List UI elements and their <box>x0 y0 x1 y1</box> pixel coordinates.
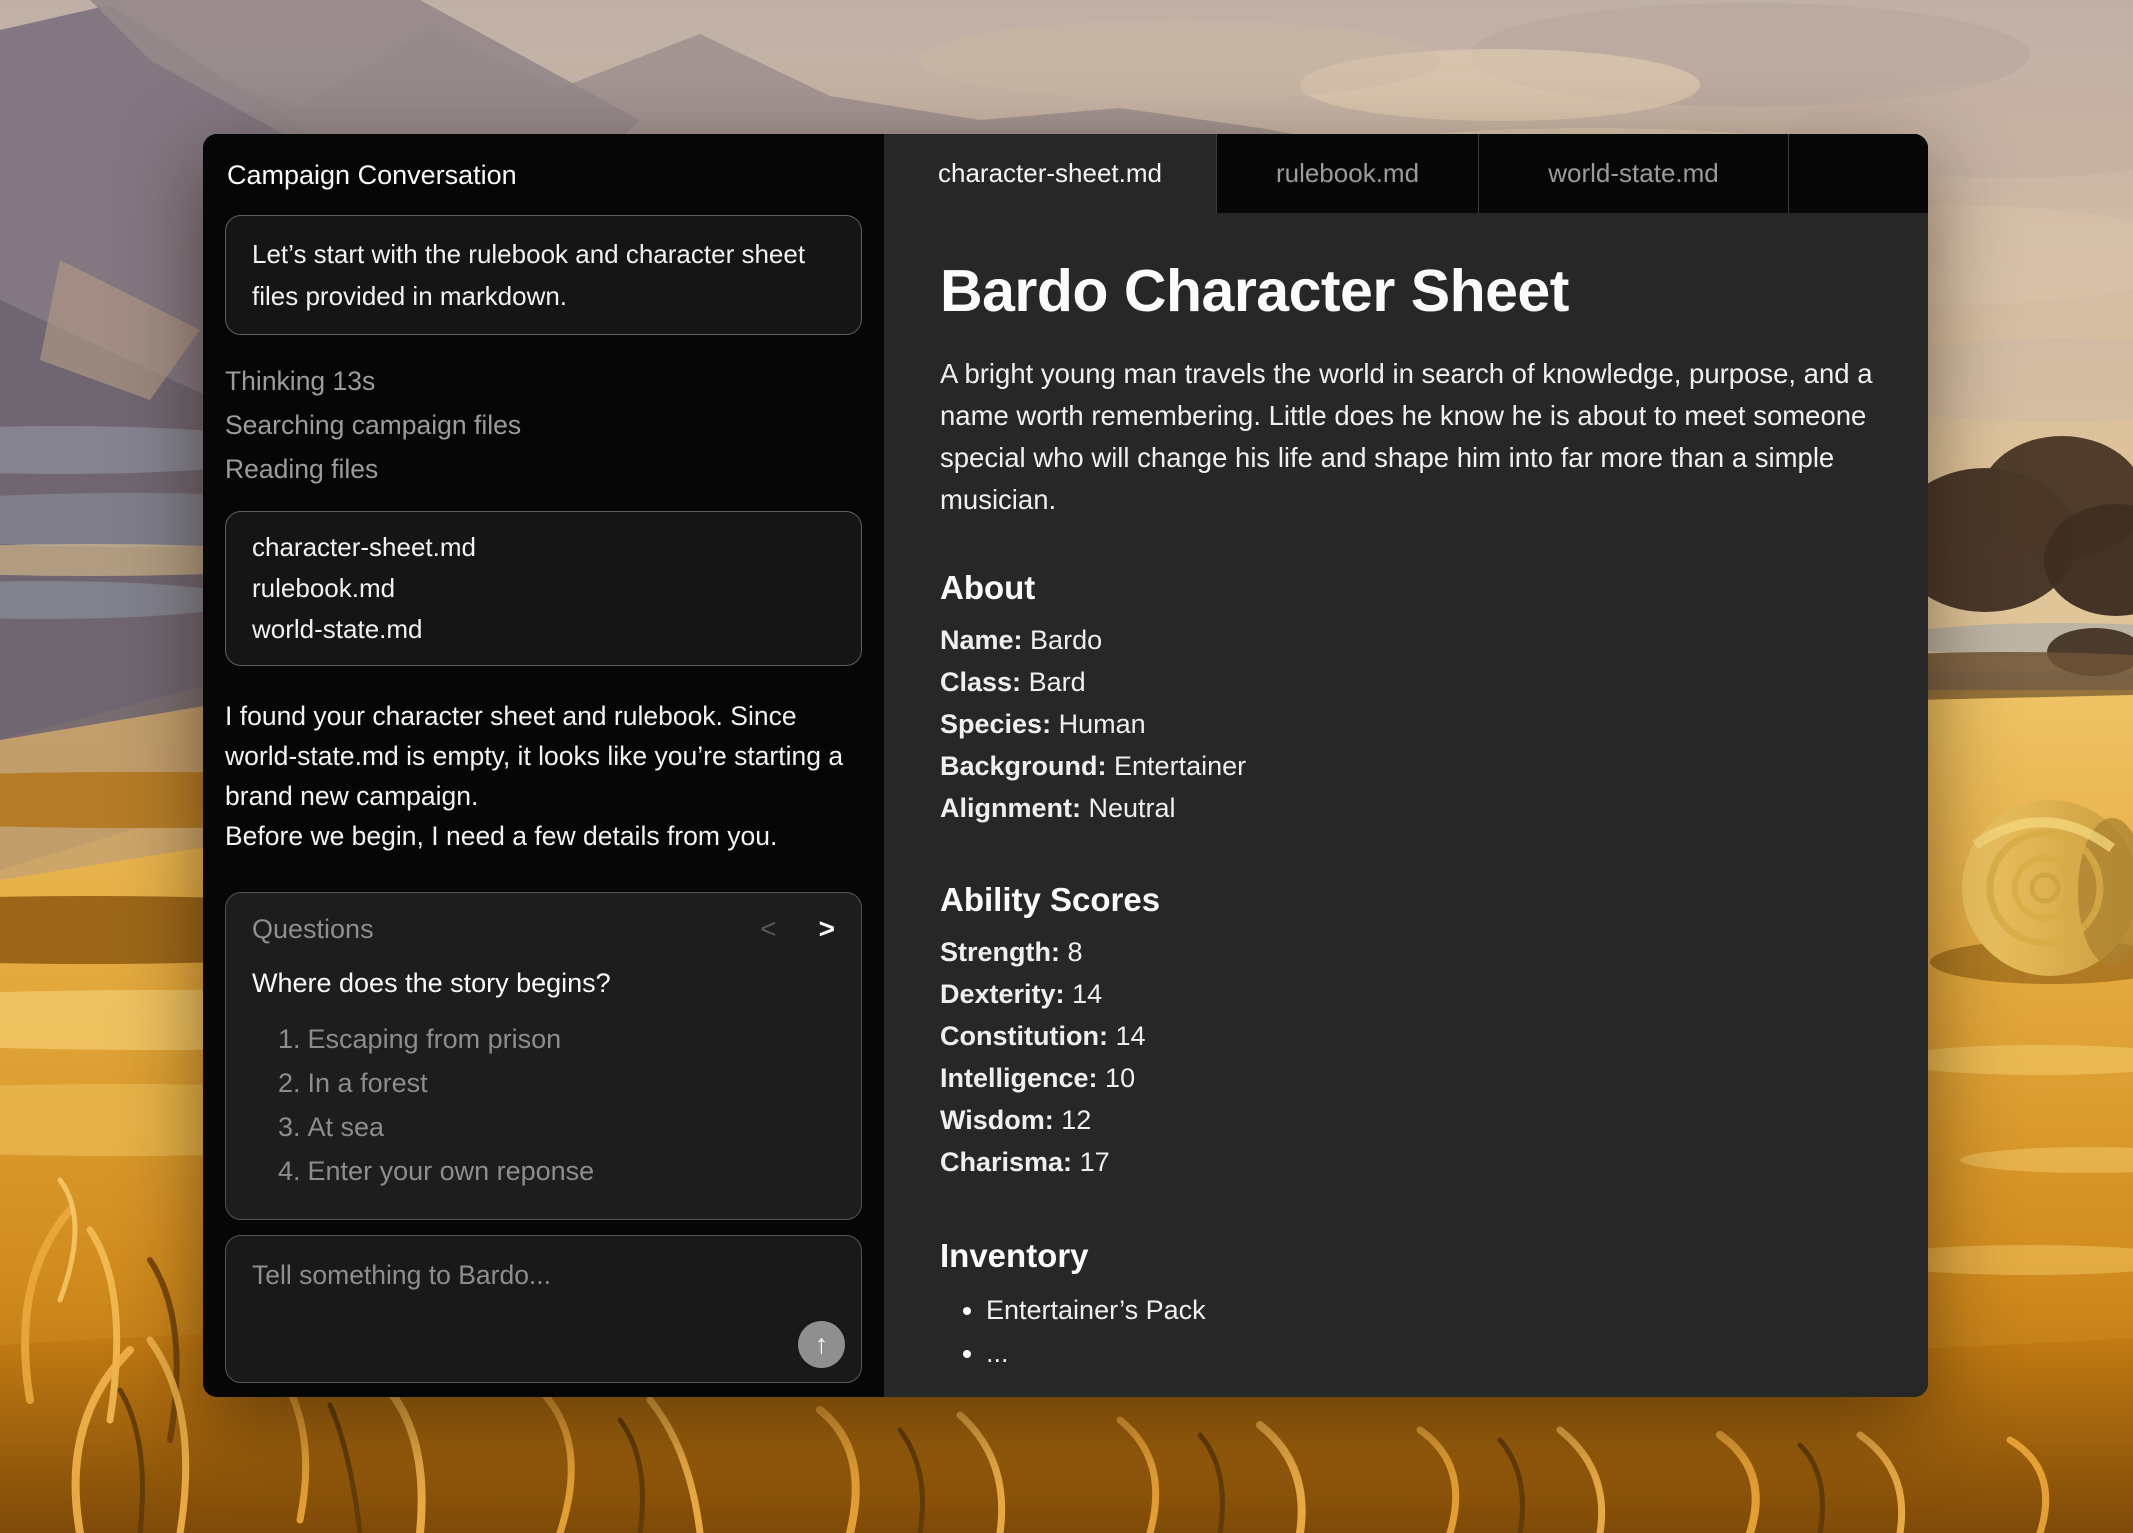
app-window: Campaign Conversation Let’s start with t… <box>203 134 1928 1397</box>
field-constitution: Constitution: 14 <box>940 1015 1888 1057</box>
field-dexterity: Dexterity: 14 <box>940 973 1888 1015</box>
status-searching: Searching campaign files <box>225 403 862 447</box>
arrow-up-icon: ↑ <box>815 1331 829 1358</box>
assistant-message-paragraph: Before we begin, I need a few details fr… <box>225 816 862 856</box>
assistant-message: I found your character sheet and ruleboo… <box>225 696 862 856</box>
questions-card-title: Questions <box>252 914 374 945</box>
tab-label: character-sheet.md <box>938 158 1162 189</box>
chat-panel: Campaign Conversation Let’s start with t… <box>203 134 884 1397</box>
questions-card: Questions < > Where does the story begin… <box>225 892 862 1220</box>
tab-world-state[interactable]: world-state.md <box>1479 134 1789 213</box>
file-item: rulebook.md <box>252 568 835 609</box>
option-label: Escaping from prison <box>308 1017 562 1061</box>
field-alignment: Alignment: Neutral <box>940 787 1888 829</box>
option-label: In a forest <box>308 1061 428 1105</box>
tab-label: world-state.md <box>1548 158 1719 189</box>
field-wisdom: Wisdom: 12 <box>940 1099 1888 1141</box>
field-intelligence: Intelligence: 10 <box>940 1057 1888 1099</box>
markdown-document: Bardo Character Sheet A bright young man… <box>884 213 1928 1397</box>
question-options: 1. Escaping from prison 2. In a forest 3… <box>252 1017 835 1193</box>
inventory-item: Entertainer’s Pack <box>986 1289 1888 1332</box>
file-item: world-state.md <box>252 609 835 650</box>
editor-panel: character-sheet.md rulebook.md world-sta… <box>884 134 1928 1397</box>
question-option-4[interactable]: 4. Enter your own reponse <box>252 1149 835 1193</box>
section-heading-about: About <box>940 569 1888 607</box>
chat-panel-title: Campaign Conversation <box>227 160 860 191</box>
question-text: Where does the story begins? <box>252 965 835 1001</box>
field-class: Class: Bard <box>940 661 1888 703</box>
field-strength: Strength: 8 <box>940 931 1888 973</box>
about-fields: Name: Bardo Class: Bard Species: Human B… <box>940 619 1888 829</box>
section-heading-abilities: Ability Scores <box>940 881 1888 919</box>
send-button[interactable]: ↑ <box>798 1321 845 1368</box>
assistant-message-paragraph: I found your character sheet and ruleboo… <box>225 696 862 816</box>
option-number: 4. <box>278 1149 301 1193</box>
option-label: Enter your own reponse <box>308 1149 595 1193</box>
option-label: At sea <box>308 1105 385 1149</box>
tab-label: rulebook.md <box>1276 158 1419 189</box>
document-intro: A bright young man travels the world in … <box>940 353 1888 521</box>
status-reading: Reading files <box>225 447 862 491</box>
agent-status-list: Thinking 13s Searching campaign files Re… <box>225 359 862 491</box>
user-message-bubble: Let’s start with the rulebook and charac… <box>225 215 862 335</box>
field-species: Species: Human <box>940 703 1888 745</box>
status-thinking: Thinking 13s <box>225 359 862 403</box>
file-list-card: character-sheet.md rulebook.md world-sta… <box>225 511 862 666</box>
field-background: Background: Entertainer <box>940 745 1888 787</box>
option-number: 2. <box>278 1061 301 1105</box>
option-number: 1. <box>278 1017 301 1061</box>
ability-fields: Strength: 8 Dexterity: 14 Constitution: … <box>940 931 1888 1183</box>
section-heading-inventory: Inventory <box>940 1237 1888 1275</box>
tab-character-sheet[interactable]: character-sheet.md <box>884 134 1216 213</box>
option-number: 3. <box>278 1105 301 1149</box>
chat-input[interactable] <box>226 1236 861 1382</box>
chevron-right-icon[interactable]: > <box>819 913 835 945</box>
field-name: Name: Bardo <box>940 619 1888 661</box>
question-option-1[interactable]: 1. Escaping from prison <box>252 1017 835 1061</box>
chevron-left-icon[interactable]: < <box>760 913 776 945</box>
user-message-text: Let’s start with the rulebook and charac… <box>252 239 805 311</box>
question-option-3[interactable]: 3. At sea <box>252 1105 835 1149</box>
editor-tabbar: character-sheet.md rulebook.md world-sta… <box>884 134 1928 213</box>
document-title: Bardo Character Sheet <box>940 257 1888 325</box>
field-charisma: Charisma: 17 <box>940 1141 1888 1183</box>
inventory-list: Entertainer’s Pack ... <box>940 1289 1888 1375</box>
tab-rulebook[interactable]: rulebook.md <box>1216 134 1479 213</box>
file-item: character-sheet.md <box>252 527 835 568</box>
chat-input-container: ↑ <box>225 1235 862 1383</box>
inventory-item: ... <box>986 1332 1888 1375</box>
question-option-2[interactable]: 2. In a forest <box>252 1061 835 1105</box>
